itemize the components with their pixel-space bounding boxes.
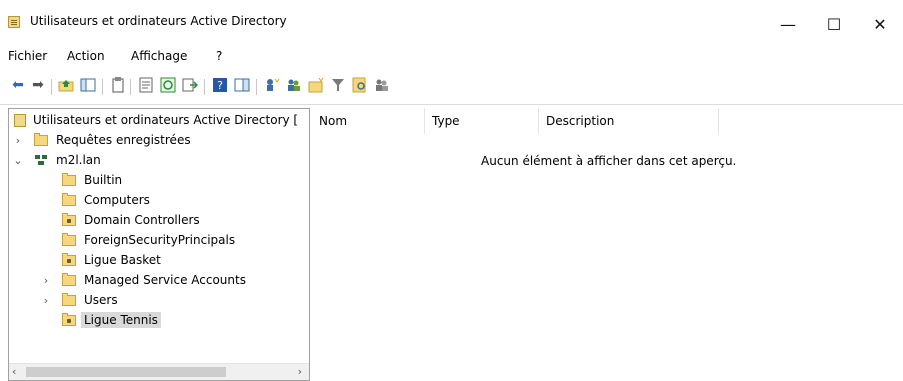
clipboard-icon[interactable] <box>110 77 126 93</box>
tree-item-label: Requêtes enregistrées <box>56 133 191 147</box>
ou-folder-icon <box>62 252 76 266</box>
add-to-group-icon[interactable] <box>374 77 390 93</box>
toolbar-separator <box>256 79 257 95</box>
scroll-left-arrow-icon[interactable]: ‹ <box>12 365 16 378</box>
new-ou-icon[interactable] <box>308 77 324 93</box>
tree-item-ligue-tennis[interactable]: Ligue Tennis <box>62 310 161 330</box>
menu-help[interactable]: ? <box>216 49 222 63</box>
export-list-icon[interactable] <box>182 77 198 93</box>
aduc-root-icon <box>14 113 26 127</box>
tree-item-domain-controllers[interactable]: Domain Controllers <box>62 210 200 230</box>
tree-item-label: Managed Service Accounts <box>84 273 246 287</box>
empty-list-message: Aucun élément à afficher dans cet aperçu… <box>481 154 737 168</box>
tree-item-domain[interactable]: ⌄ m2l.lan <box>12 150 101 170</box>
toolbar: ⬅ ➡ ? <box>0 73 903 101</box>
domain-icon <box>34 154 48 166</box>
ou-folder-icon <box>62 212 76 226</box>
column-header-nom[interactable]: Nom <box>312 108 425 134</box>
tree-item-label: Users <box>84 293 118 307</box>
folder-icon <box>62 232 76 246</box>
menu-action[interactable]: Action <box>67 49 105 63</box>
tree-root-label: Utilisateurs et ordinateurs Active Direc… <box>33 113 299 127</box>
expand-chevron-icon[interactable]: › <box>12 134 24 147</box>
details-pane: Nom Type Description Aucun élément à aff… <box>312 108 903 381</box>
minimize-button[interactable]: — <box>765 8 811 40</box>
toolbar-separator <box>204 79 205 95</box>
folder-icon <box>62 272 76 286</box>
folder-icon <box>62 292 76 306</box>
column-header-type[interactable]: Type <box>425 108 539 134</box>
collapse-chevron-icon[interactable]: ⌄ <box>12 154 24 167</box>
expand-chevron-icon[interactable]: › <box>40 294 52 307</box>
title-bar: Utilisateurs et ordinateurs Active Direc… <box>0 0 903 40</box>
console-tree: Utilisateurs et ordinateurs Active Direc… <box>8 108 310 381</box>
folder-icon <box>62 192 76 206</box>
show-hide-console-tree-icon[interactable] <box>80 77 96 93</box>
folder-icon <box>62 172 76 186</box>
tree-item-label: Builtin <box>84 173 123 187</box>
scroll-right-arrow-icon[interactable]: › <box>298 365 302 378</box>
tree-item-label: ForeignSecurityPrincipals <box>84 233 236 247</box>
tree-item-label: Computers <box>84 193 150 207</box>
tree-item-saved-queries[interactable]: › Requêtes enregistrées <box>14 130 191 150</box>
horizontal-scrollbar[interactable]: ‹ › <box>9 363 309 380</box>
tree-item-label-selected: Ligue Tennis <box>81 312 161 328</box>
tree-item-label: m2l.lan <box>56 153 101 167</box>
forward-arrow-icon[interactable]: ➡ <box>30 77 46 93</box>
tree-root[interactable]: Utilisateurs et ordinateurs Active Direc… <box>14 110 298 130</box>
ou-folder-icon <box>62 312 76 326</box>
tree-item-computers[interactable]: Computers <box>62 190 150 210</box>
window-title: Utilisateurs et ordinateurs Active Direc… <box>30 14 287 28</box>
toolbar-separator <box>102 79 103 95</box>
tree-item-foreign-security-principals[interactable]: ForeignSecurityPrincipals <box>62 230 235 250</box>
menu-bar: Fichier Action Affichage ? <box>0 46 903 66</box>
tree-item-managed-service-accounts[interactable]: › Managed Service Accounts <box>40 270 246 290</box>
column-header-description[interactable]: Description <box>539 108 719 134</box>
svg-text:?: ? <box>217 79 223 92</box>
toolbar-separator <box>130 79 131 95</box>
content-area: Utilisateurs et ordinateurs Active Direc… <box>0 104 903 381</box>
menu-affichage[interactable]: Affichage <box>131 49 187 63</box>
back-arrow-icon[interactable]: ⬅ <box>10 77 26 93</box>
expand-chevron-icon[interactable]: › <box>40 274 52 287</box>
up-folder-icon[interactable] <box>58 77 74 93</box>
properties-icon[interactable] <box>138 77 154 93</box>
toolbar-separator <box>51 79 52 95</box>
tree-item-users[interactable]: › Users <box>40 290 118 310</box>
maximize-button[interactable]: ☐ <box>811 8 857 40</box>
tree-item-label: Ligue Basket <box>84 253 161 267</box>
new-group-icon[interactable] <box>286 77 302 93</box>
menu-fichier[interactable]: Fichier <box>8 49 47 63</box>
tree-item-ligue-basket[interactable]: Ligue Basket <box>62 250 161 270</box>
tree-item-label: Domain Controllers <box>84 213 200 227</box>
help-icon[interactable]: ? <box>212 77 228 93</box>
scrollbar-thumb[interactable] <box>26 367 226 377</box>
folder-icon <box>34 132 48 146</box>
find-icon[interactable] <box>352 77 368 93</box>
new-user-icon[interactable] <box>264 77 280 93</box>
tree-item-builtin[interactable]: Builtin <box>62 170 122 190</box>
aduc-app-icon <box>8 16 20 28</box>
refresh-icon[interactable] <box>160 77 176 93</box>
console-tree-icon[interactable] <box>234 77 250 93</box>
filter-icon[interactable] <box>330 77 346 93</box>
close-button[interactable]: ✕ <box>857 8 903 40</box>
